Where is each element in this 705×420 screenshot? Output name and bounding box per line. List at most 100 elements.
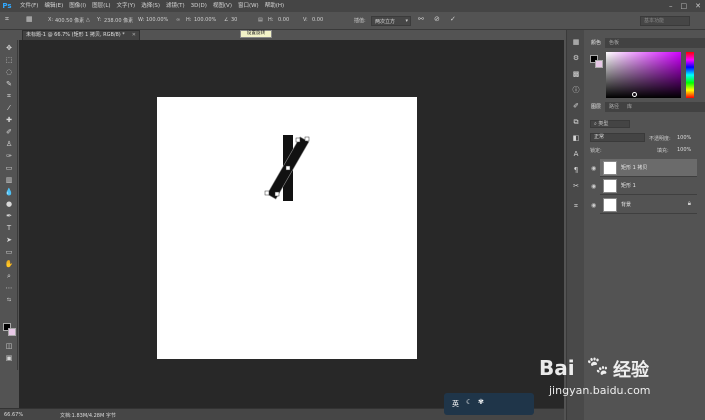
workspace-select[interactable]: 基本功能	[640, 16, 690, 26]
layer-kind-label: 类型	[598, 121, 609, 127]
ime-language: 英	[452, 400, 459, 408]
character-panel-icon[interactable]: A	[571, 150, 581, 159]
menu-file[interactable]: 文件(F)	[20, 0, 38, 12]
eye-icon[interactable]: ◉	[591, 203, 598, 209]
brush-panel-icon[interactable]: ✐	[571, 102, 581, 111]
y-field[interactable]: 238.00 像素	[104, 17, 133, 24]
eraser-tool-icon[interactable]: ▭	[4, 164, 14, 172]
angle-field[interactable]: 30	[231, 17, 237, 23]
delta-icon[interactable]: △	[86, 17, 90, 23]
gradient-tool-icon[interactable]: ▥	[4, 176, 14, 184]
document-info[interactable]: 文档:1.83M/4.28M 字节	[60, 412, 116, 419]
pen-tool-icon[interactable]: ✒	[4, 212, 14, 220]
ime-indicator[interactable]: 英 ☾ ✾	[444, 393, 534, 415]
document-canvas[interactable]	[157, 97, 417, 359]
menu-help[interactable]: 帮助(H)	[265, 0, 284, 12]
zoom-tool-icon[interactable]: ⌕	[4, 272, 14, 280]
tool-presets-icon[interactable]: ✂	[571, 182, 581, 191]
quick-select-tool-icon[interactable]: ✎	[4, 80, 14, 88]
crop-tool-icon[interactable]: ⌗	[4, 92, 14, 100]
x-field[interactable]: 400.50 像素	[55, 17, 84, 24]
info-panel-icon[interactable]: ⓘ	[571, 86, 581, 95]
screen-mode-icon[interactable]: ▣	[4, 354, 14, 362]
fill-label: 填充:	[657, 148, 669, 154]
path-select-tool-icon[interactable]: ➤	[4, 236, 14, 244]
stamp-tool-icon[interactable]: ♙	[4, 140, 14, 148]
document-tab[interactable]: 未标题-1 @ 66.7% (矩形 1 拷贝, RGB/8) * ✕	[22, 30, 140, 40]
bg-swatch-panel[interactable]	[595, 60, 603, 68]
background-color-swatch[interactable]	[8, 328, 16, 336]
type-tool-icon[interactable]: T	[4, 224, 14, 232]
blend-mode-select[interactable]: 正常	[590, 133, 645, 142]
tab-paths[interactable]: 路径	[605, 102, 623, 112]
color-picker-cursor[interactable]	[632, 92, 637, 97]
menu-layer[interactable]: 图层(L)	[92, 0, 110, 12]
healing-tool-icon[interactable]: ✚	[4, 116, 14, 124]
eye-icon[interactable]: ◉	[591, 184, 598, 190]
quick-mask-icon[interactable]: ◫	[4, 342, 14, 350]
history-panel-icon[interactable]: ▦	[571, 38, 581, 47]
w-field[interactable]: 100.00%	[146, 17, 168, 23]
tab-swatches[interactable]: 色板	[605, 38, 623, 48]
eye-icon[interactable]: ◉	[591, 166, 598, 172]
paw-icon: 🐾︎	[585, 354, 611, 378]
menu-image[interactable]: 图像(I)	[69, 0, 86, 12]
options-bar: ⌗ ▦ X: 400.50 像素 △ Y: 238.00 像素 W: 100.0…	[0, 12, 705, 30]
vskew-label: V:	[303, 17, 308, 23]
hskew-field[interactable]: 0.00	[278, 17, 289, 23]
swatch-panel-icon[interactable]: ◧	[571, 134, 581, 143]
link-icon[interactable]: ∞	[176, 17, 180, 23]
interpolation-select[interactable]: 两次立方 ▾	[371, 16, 411, 26]
color-picker-field[interactable]	[606, 52, 681, 98]
clone-source-icon[interactable]: ⧉	[571, 118, 581, 127]
layer-kind-filter[interactable]: ⌕ 类型	[590, 120, 630, 128]
menu-window[interactable]: 窗口(W)	[238, 0, 259, 12]
reference-point-icon[interactable]: ▦	[26, 15, 33, 23]
commit-icon[interactable]: ✓	[450, 15, 456, 23]
tab-layers[interactable]: 图层	[587, 102, 606, 112]
menu-select[interactable]: 选择(S)	[141, 0, 160, 12]
hue-slider[interactable]	[686, 52, 694, 98]
close-icon[interactable]: ✕	[132, 31, 136, 40]
lasso-tool-icon[interactable]: ◌	[4, 68, 14, 76]
maximize-icon[interactable]: □	[681, 0, 688, 12]
hand-tool-icon[interactable]: ✋	[4, 260, 14, 268]
cancel-icon[interactable]: ⊘	[434, 15, 440, 23]
lock-label: 锁定:	[590, 148, 602, 154]
warp-icon[interactable]: ⚯	[418, 15, 424, 23]
move-tool-icon[interactable]: ✥	[4, 44, 14, 52]
menu-edit[interactable]: 编辑(E)	[44, 0, 63, 12]
paragraph-panel-icon[interactable]: ¶	[571, 166, 581, 175]
brush-tool-icon[interactable]: ✐	[4, 128, 14, 136]
menu-type[interactable]: 文字(Y)	[117, 0, 136, 12]
dodge-tool-icon[interactable]: ●	[4, 200, 14, 208]
layer-row[interactable]: 背景 🔒︎	[600, 196, 697, 214]
eyedropper-tool-icon[interactable]: ⁄	[4, 104, 14, 112]
swap-colors-icon[interactable]: ⇆	[4, 296, 14, 304]
tab-library[interactable]: 库	[623, 102, 636, 112]
vskew-field[interactable]: 0.00	[312, 17, 323, 23]
shape-tool-icon[interactable]: ▭	[4, 248, 14, 256]
crop-panel-icon[interactable]: ⌗	[571, 202, 581, 211]
more-tools-icon[interactable]: ⋯	[4, 284, 14, 292]
layer-row[interactable]: 矩形 1	[600, 177, 697, 195]
tab-color[interactable]: 颜色	[587, 38, 606, 48]
adjustments-panel-icon[interactable]: ▩	[571, 70, 581, 79]
menu-view[interactable]: 视图(V)	[213, 0, 232, 12]
opacity-field[interactable]: 100%	[677, 135, 691, 141]
marquee-tool-icon[interactable]: ⬚	[4, 56, 14, 64]
h-field[interactable]: 100.00%	[194, 17, 216, 23]
x-label: X:	[48, 17, 54, 23]
minimize-icon[interactable]: –	[669, 0, 673, 12]
menu-filter[interactable]: 滤镜(T)	[166, 0, 185, 12]
blur-tool-icon[interactable]: 💧	[4, 188, 14, 196]
fill-field[interactable]: 100%	[677, 147, 691, 153]
close-icon[interactable]: ✕	[695, 0, 701, 12]
menu-3d[interactable]: 3D(D)	[191, 0, 207, 12]
lock-icon: 🔒︎	[687, 200, 691, 207]
history-brush-tool-icon[interactable]: ✑	[4, 152, 14, 160]
layer-row[interactable]: 矩形 1 拷贝	[600, 159, 697, 177]
transform-tool-icon[interactable]: ⌗	[5, 15, 9, 24]
zoom-level[interactable]: 66.67%	[4, 412, 23, 418]
properties-panel-icon[interactable]: ⚙	[571, 54, 581, 63]
